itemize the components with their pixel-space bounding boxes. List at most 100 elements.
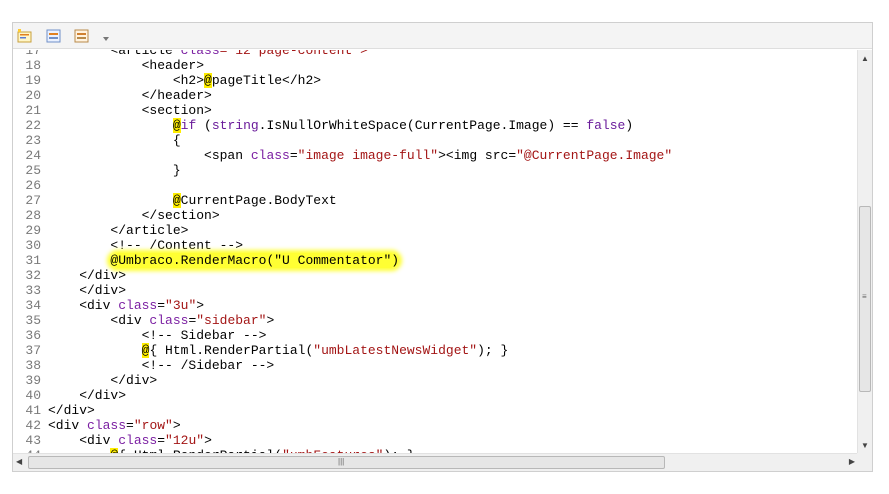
code-text: @{ Html.RenderPartial("umbLatestNewsWidg… (48, 343, 508, 358)
code-text: <div class="sidebar"> (48, 313, 274, 328)
insert-field-icon[interactable] (46, 29, 62, 43)
code-text: <section> (48, 103, 212, 118)
scroll-right-icon[interactable]: ▶ (849, 457, 855, 466)
code-line[interactable]: 19 <h2>@pageTitle</h2> (13, 73, 858, 88)
code-token: ( (196, 118, 212, 133)
code-line[interactable]: 31 @Umbraco.RenderMacro("U Commentator") (13, 253, 858, 268)
vertical-scroll-thumb[interactable]: ≡ (859, 206, 871, 392)
code-token: <!-- Sidebar --> (48, 328, 267, 343)
code-line[interactable]: 41 </div> (13, 403, 858, 418)
code-token: pageTitle</h2> (211, 73, 322, 88)
code-line[interactable]: 33 </div> (13, 283, 858, 298)
code-text: <div class="12u"> (48, 433, 212, 448)
code-line[interactable]: 36 <!-- Sidebar --> (13, 328, 858, 343)
code-token: class (172, 50, 220, 58)
code-line[interactable]: 25 } (13, 163, 858, 178)
line-number: 22 (25, 118, 41, 133)
code-token: } (48, 163, 181, 178)
line-number: 33 (25, 283, 41, 298)
code-token: <div (48, 298, 119, 313)
code-token: <div (48, 433, 119, 448)
code-area[interactable]: 17 <article class="12 page-content"> 18 <… (13, 50, 858, 454)
code-text: <span class="image image-full"><img src=… (48, 148, 672, 163)
code-token: > (266, 313, 275, 328)
horizontal-scroll-thumb[interactable]: ||| (28, 456, 665, 469)
code-token: class (250, 148, 290, 163)
line-number: 17 (25, 50, 41, 58)
code-line[interactable]: 17 <article class="12 page-content"> (13, 50, 858, 58)
code-line[interactable]: 38 <!-- /Sidebar --> (13, 358, 858, 373)
line-number: 21 (25, 103, 41, 118)
line-number: 23 (25, 133, 41, 148)
scroll-left-icon[interactable]: ◀ (16, 457, 22, 466)
code-text: <h2>@pageTitle</h2> (48, 73, 321, 88)
code-token: <header> (48, 58, 205, 73)
code-line[interactable]: 29 </article> (13, 223, 858, 238)
code-text: </header> (48, 88, 212, 103)
code-text: <!-- /Sidebar --> (48, 358, 275, 373)
line-number: 28 (25, 208, 41, 223)
code-text: </div> (48, 268, 126, 283)
code-token: <!-- /Content --> (48, 238, 244, 253)
code-line[interactable]: 40 </div> (13, 388, 858, 403)
code-token: class (118, 433, 158, 448)
code-text: </div> (48, 388, 126, 403)
code-line[interactable]: 30 <!-- /Content --> (13, 238, 858, 253)
line-number: 18 (25, 58, 41, 73)
insert-macro-icon[interactable] (17, 29, 33, 43)
code-token: </article> (48, 223, 189, 238)
insert-dictionary-icon[interactable] (74, 29, 90, 43)
code-token: false (586, 118, 626, 133)
code-token: { Html.RenderPartial( (149, 343, 314, 358)
code-line[interactable]: 22 @if (string.IsNullOrWhiteSpace(Curren… (13, 118, 858, 133)
chevron-down-icon[interactable] (101, 31, 111, 41)
code-text: <article class="12 page-content"> (48, 50, 367, 58)
horizontal-scrollbar[interactable]: ◀ ||| ▶ (13, 453, 858, 471)
grip-icon: ≡ (862, 292, 867, 301)
code-token: = (126, 418, 134, 433)
code-line[interactable]: 42 <div class="row"> (13, 418, 858, 433)
code-token: @ (204, 73, 212, 88)
line-number: 34 (25, 298, 41, 313)
code-token: > (196, 298, 205, 313)
scroll-up-icon[interactable]: ▲ (861, 54, 869, 63)
code-line[interactable]: 43 <div class="12u"> (13, 433, 858, 448)
code-line[interactable]: 18 <header> (13, 58, 858, 73)
code-line[interactable]: 24 <span class="image image-full"><img s… (13, 148, 858, 163)
code-text: { (48, 133, 181, 148)
code-line[interactable]: 34 <div class="3u"> (13, 298, 858, 313)
code-token: @ (172, 118, 181, 133)
code-token: < (48, 50, 119, 58)
code-token: .IsNullOrWhiteSpace(CurrentPage.Image) =… (258, 118, 587, 133)
code-line[interactable]: 37 @{ Html.RenderPartial("umbLatestNewsW… (13, 343, 858, 358)
line-number: 20 (25, 88, 41, 103)
line-number: 39 (25, 373, 41, 388)
code-line[interactable]: 32 </div> (13, 268, 858, 283)
code-token: @ (172, 193, 181, 208)
line-number: 42 (25, 418, 41, 433)
code-text: @Umbraco.RenderMacro("U Commentator") (48, 253, 400, 268)
code-line[interactable]: 28 </section> (13, 208, 858, 223)
code-line[interactable]: 26 (13, 178, 858, 193)
code-text: </div> (48, 403, 95, 418)
code-token: class (87, 418, 127, 433)
code-token: </div> (48, 268, 127, 283)
line-number: 25 (25, 163, 41, 178)
code-line[interactable]: 21 <section> (13, 103, 858, 118)
code-token: <!-- /Sidebar --> (48, 358, 275, 373)
template-editor: 17 <article class="12 page-content"> 18 <… (12, 22, 873, 472)
vertical-scrollbar[interactable]: ▲ ≡ ▼ (857, 50, 872, 454)
code-line[interactable]: 35 <div class="sidebar"> (13, 313, 858, 328)
scroll-down-icon[interactable]: ▼ (861, 441, 869, 450)
code-line[interactable]: 39 </div> (13, 373, 858, 388)
code-text: @if (string.IsNullOrWhiteSpace(CurrentPa… (48, 118, 633, 133)
line-number: 29 (25, 223, 41, 238)
code-text: <div class="row"> (48, 418, 181, 433)
code-line[interactable]: 20 </header> (13, 88, 858, 103)
code-token: = (157, 433, 166, 448)
code-text: </article> (48, 223, 188, 238)
code-line[interactable]: 23 { (13, 133, 858, 148)
code-line[interactable]: 27 @CurrentPage.BodyText (13, 193, 858, 208)
